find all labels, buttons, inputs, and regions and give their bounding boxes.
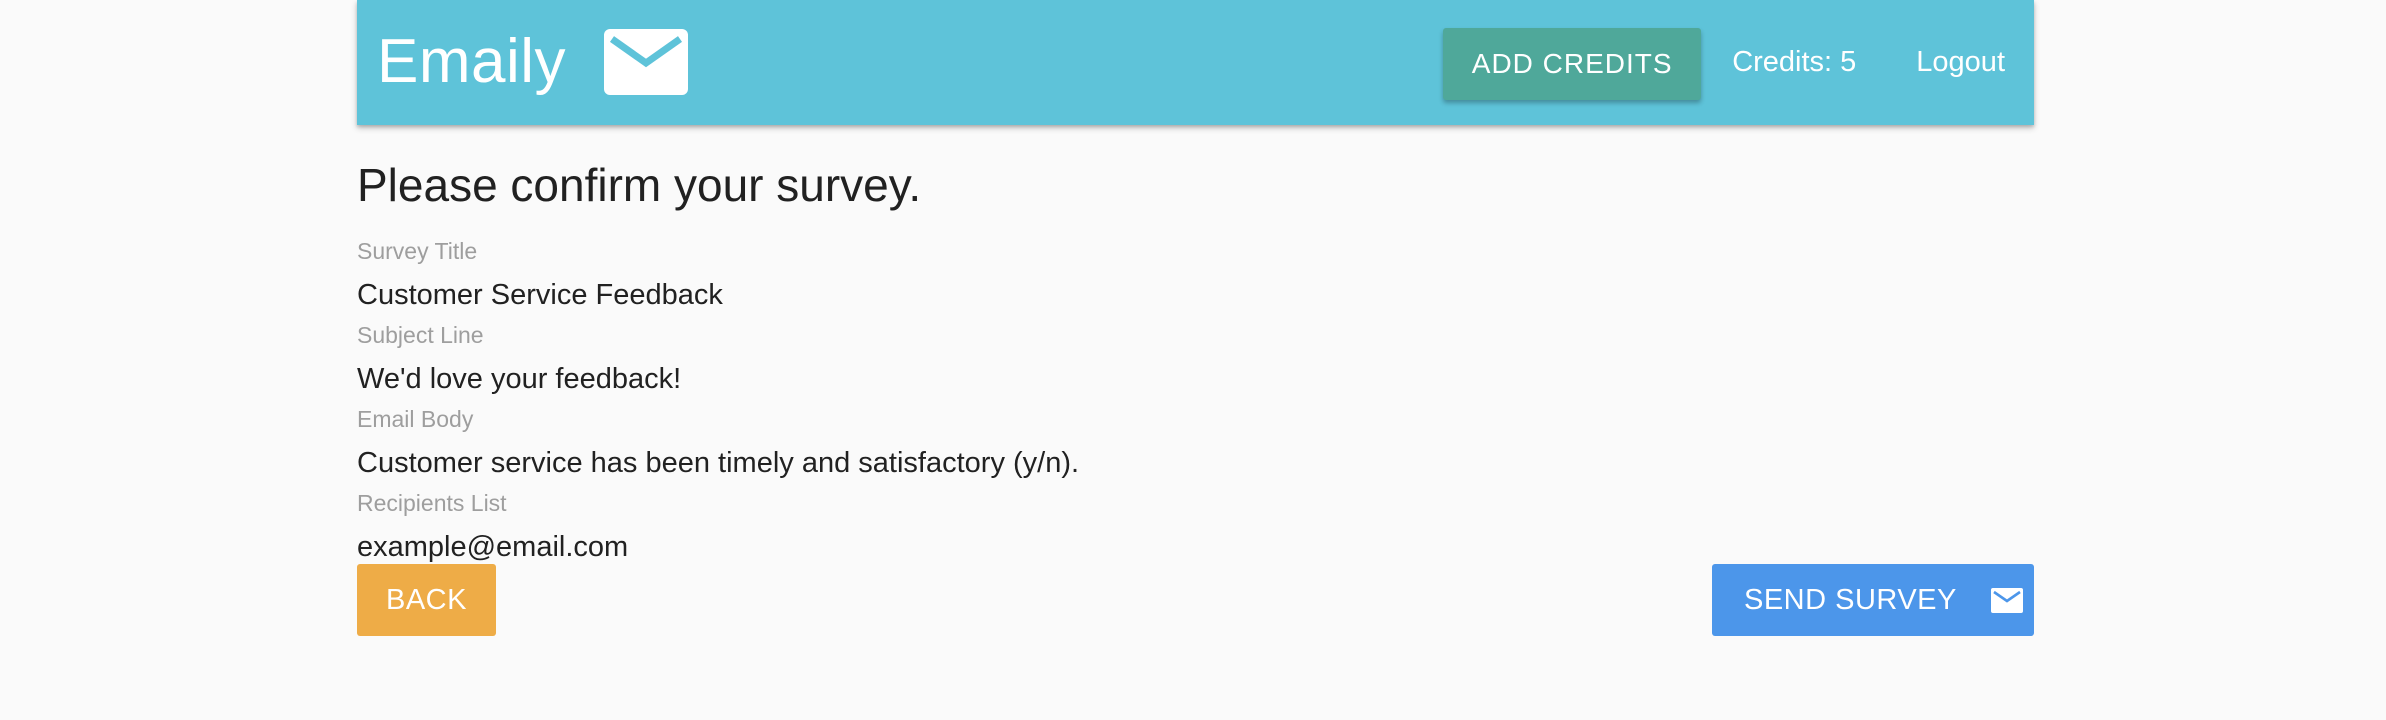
field-label: Survey Title (357, 238, 478, 264)
field-survey-title: Survey Title Customer Service Feedback (357, 237, 723, 313)
field-recipients-list: Recipients List example@email.com (357, 489, 628, 565)
credits-count: Credits: 5 (1732, 46, 1857, 78)
add-credits-button[interactable]: ADD CREDITS (1443, 28, 1702, 100)
navbar: Emaily ADD CREDITS Credits: 5 Logout (357, 0, 2034, 125)
field-label: Recipients List (357, 490, 507, 516)
send-survey-label: SEND SURVEY (1744, 583, 1957, 616)
field-label: Subject Line (357, 322, 484, 348)
logout-link[interactable]: Logout (1916, 46, 2005, 79)
field-value: example@email.com (357, 531, 629, 563)
brand-logo-link[interactable]: Emaily (377, 22, 689, 102)
brand-name: Emaily (377, 27, 567, 96)
mail-icon (1990, 587, 2023, 613)
survey-review: Please confirm your survey. Survey Title… (357, 155, 2034, 636)
field-value: Customer Service Feedback (357, 279, 723, 311)
field-value: We'd love your feedback! (357, 363, 682, 395)
field-label: Email Body (357, 406, 474, 432)
nav-actions: ADD CREDITS Credits: 5 Logout (1443, 0, 2034, 125)
back-button[interactable]: BACK (357, 564, 496, 636)
page-title: Please confirm your survey. (357, 159, 922, 211)
mail-icon (604, 29, 689, 95)
field-value: Customer service has been timely and sat… (357, 447, 1080, 479)
field-email-body: Email Body Customer service has been tim… (357, 405, 1079, 481)
send-survey-button[interactable]: SEND SURVEY (1712, 564, 2034, 636)
field-subject-line: Subject Line We'd love your feedback! (357, 321, 681, 397)
